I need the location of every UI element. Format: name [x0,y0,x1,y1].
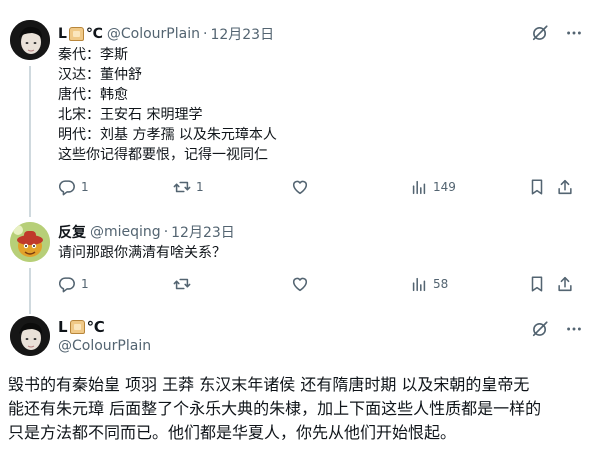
display-name-prefix: L [58,26,67,42]
more-dots-icon[interactable] [565,320,583,338]
tweet-actions: 1 1 149 [58,178,578,198]
display-name[interactable]: L ℃ [58,318,105,336]
text-line: 唐代：韩愈 [58,87,128,103]
text-line: 只是方法都不同而已。他们都是华夏人，你先从他们开始恨起。 [8,423,457,442]
like-button[interactable] [291,178,314,196]
bookmark-button[interactable] [528,275,546,293]
bookmark-icon [531,179,543,195]
views-button[interactable]: 149 [410,178,456,196]
thread-line [29,300,31,314]
text-line: 明代：刘基 方孝孺 以及朱元璋本人 [58,127,277,143]
timestamp[interactable]: 12月23日 [210,24,274,44]
reply-icon [58,277,75,293]
tweet-1[interactable]: L ℃ @ColourPlain · 12月23日 秦代：李斯 汉达：董仲舒 唐… [0,0,589,205]
repost-button[interactable] [173,275,196,293]
repost-icon [173,278,191,290]
thread-line [29,268,31,300]
reply-button[interactable]: 1 [58,178,89,196]
repost-icon [173,181,191,193]
tweet-actions: 1 58 [58,275,578,295]
share-button[interactable] [556,178,574,196]
share-icon [558,179,572,195]
tweet-2[interactable]: 反复 @mieqing · 12月23日 请问那跟你满清有啥关系？ 1 58 [0,205,589,300]
user-handle[interactable]: @ColourPlain [58,338,151,354]
avatar[interactable] [10,20,50,60]
bookmark-button[interactable] [528,178,546,196]
text-line: 北宋：王安石 宋明理学 [58,107,203,123]
repost-button[interactable]: 1 [173,178,204,196]
user-handle[interactable]: @mieqing [90,224,161,240]
avatar-image [10,20,50,60]
tweet-text: 请问那跟你满清有啥关系？ [58,243,226,263]
main-tweet: L ℃ @ColourPlain 毁书的有秦始皇 项羽 王莽 东汉末年诸侯 还有… [0,300,589,450]
text-line: 毁书的有秦始皇 项羽 王莽 东汉末年诸侯 还有隋唐时期 以及宋朝的皇帝无 [8,375,530,394]
heart-icon [292,180,308,195]
separator-dot: · [202,26,208,42]
views-count: 149 [433,180,456,194]
share-button[interactable] [556,275,574,293]
reply-count: 1 [81,277,89,291]
grok-icon[interactable] [531,320,549,338]
reply-icon [58,180,75,196]
bread-emoji-icon [69,320,85,334]
like-button[interactable] [291,275,314,293]
separator-dot: · [163,224,169,240]
timestamp[interactable]: 12月23日 [171,222,235,242]
views-icon [412,277,426,292]
display-name-suffix: ℃ [85,26,103,42]
grok-icon[interactable] [531,24,549,42]
bookmark-icon [531,276,543,292]
tweet-text: 毁书的有秦始皇 项羽 王莽 东汉末年诸侯 还有隋唐时期 以及宋朝的皇帝无 能还有… [8,373,541,445]
views-count: 58 [433,277,449,291]
display-name-suffix: ℃ [86,318,105,336]
display-name-prefix: L [58,318,68,336]
text-line: 能还有朱元璋 后面整了个永乐大典的朱棣，加上下面这些人性质都是一样的 [8,399,542,418]
reply-button[interactable]: 1 [58,275,89,293]
heart-icon [292,277,308,292]
text-line: 请问那跟你满清有啥关系？ [58,245,226,261]
thread-line [29,205,31,217]
tweet-header: L ℃ @ColourPlain · 12月23日 [58,24,274,44]
reply-count: 1 [81,180,89,194]
avatar[interactable] [10,222,50,262]
views-button[interactable]: 58 [410,275,448,293]
more-dots-icon[interactable] [565,24,583,42]
views-icon [412,180,426,195]
bread-emoji-icon [68,27,84,41]
user-handle[interactable]: @ColourPlain [107,26,200,42]
text-line: 秦代：李斯 [58,47,128,63]
tweet-text: 秦代：李斯 汉达：董仲舒 唐代：韩愈 北宋：王安石 宋明理学 明代：刘基 方孝孺… [58,45,277,165]
avatar[interactable] [10,316,50,356]
display-name[interactable]: L ℃ [58,26,103,42]
share-icon [558,276,572,292]
tweet-header: 反复 @mieqing · 12月23日 [58,222,235,242]
repost-count: 1 [196,180,204,194]
thread-line [29,66,31,205]
display-name[interactable]: 反复 [58,222,86,242]
text-line: 汉达：董仲舒 [58,67,142,83]
text-line: 这些你记得都要恨，记得一视同仁 [58,147,268,163]
avatar-image [10,316,50,356]
avatar-image [10,222,50,262]
